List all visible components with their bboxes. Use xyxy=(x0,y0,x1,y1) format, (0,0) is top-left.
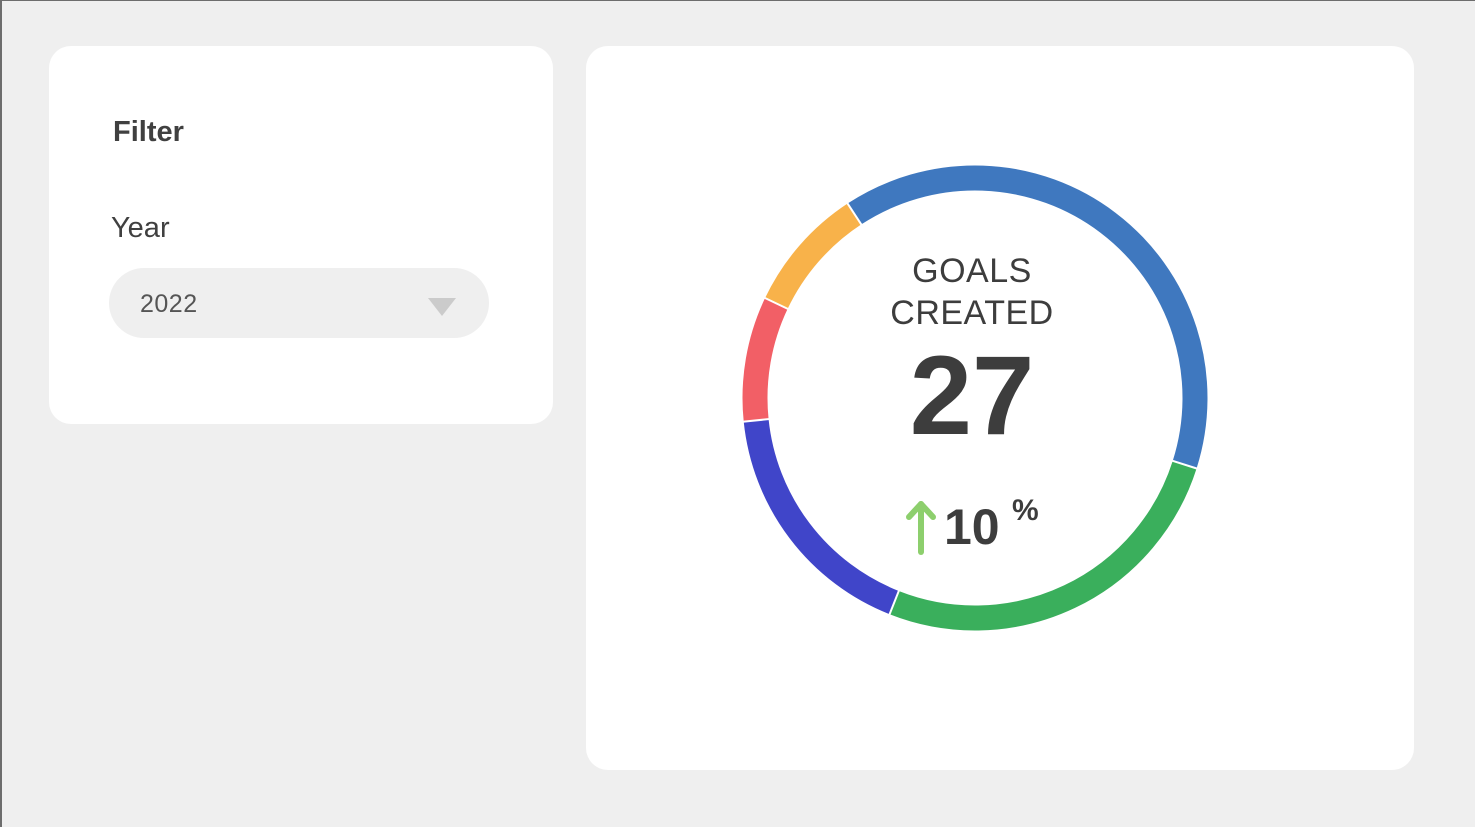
donut-segment-4 xyxy=(742,298,788,422)
window-left-border xyxy=(0,0,2,827)
kpi-label-line1: GOALS xyxy=(912,252,1032,290)
kpi-label-line2: CREATED xyxy=(890,294,1054,332)
kpi-change-value: 10 xyxy=(944,499,1000,555)
year-select[interactable]: 2022 xyxy=(109,268,489,338)
year-label: Year xyxy=(111,212,170,244)
goals-chart-card: GOALS CREATED 27 10 % xyxy=(586,46,1414,770)
kpi-label: GOALS CREATED xyxy=(872,250,1072,334)
filter-card: Filter Year 2022 xyxy=(49,46,553,424)
donut-segment-5 xyxy=(765,203,862,309)
chevron-down-icon xyxy=(428,298,456,316)
kpi-value: 27 xyxy=(909,333,1035,458)
kpi-change: 10 % xyxy=(904,494,1054,558)
year-select-value: 2022 xyxy=(140,290,198,318)
window-top-border xyxy=(0,0,1475,1)
arrow-up-icon xyxy=(906,501,936,555)
kpi-change-unit: % xyxy=(1012,494,1039,527)
filter-title: Filter xyxy=(113,116,184,148)
